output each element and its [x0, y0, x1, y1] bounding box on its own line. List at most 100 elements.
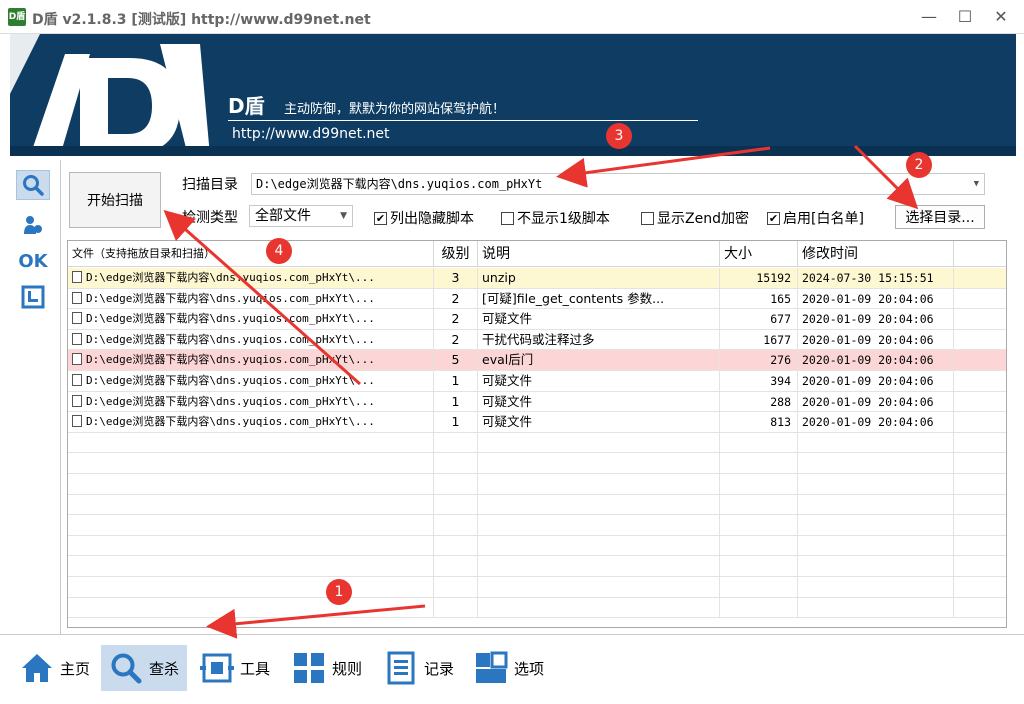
nav-label: 查杀 — [149, 659, 180, 678]
empty-table-row[interactable] — [68, 473, 1006, 495]
column-header-level[interactable]: 级别 — [434, 241, 478, 267]
empty-table-row[interactable] — [68, 453, 1006, 474]
empty-table-row[interactable] — [68, 597, 1006, 619]
mtime-cell: 2020-01-09 20:04:06 — [798, 309, 954, 329]
desc-cell: 可疑文件 — [478, 391, 720, 412]
column-header-size[interactable]: 大小 — [720, 241, 798, 267]
table-row[interactable]: D:\edge浏览器下载内容\dns.yuqios.com_pHxYt\... 1… — [68, 391, 1006, 413]
table-header: 文件（支持拖放目录和扫描） 级别 说明 大小 修改时间 — [68, 241, 1006, 267]
checkbox-unchecked-icon[interactable] — [641, 211, 654, 225]
table-row[interactable]: D:\edge浏览器下载内容\dns.yuqios.com_pHxYt\... 3… — [68, 268, 1006, 289]
table-row[interactable]: D:\edge浏览器下载内容\dns.yuqios.com_pHxYt\... 2… — [68, 309, 1006, 330]
file-icon — [72, 353, 82, 366]
checkbox-checked-icon[interactable]: ✔ — [374, 211, 387, 225]
minimize-button[interactable]: — — [914, 5, 944, 29]
website-url[interactable]: http://www.d99net.net — [232, 126, 390, 142]
table-row[interactable]: D:\edge浏览器下载内容\dns.yuqios.com_pHxYt\... 1… — [68, 370, 1006, 392]
nav-records[interactable]: 记录 — [376, 645, 462, 691]
desc-cell-text: 可疑文件 — [482, 372, 533, 388]
empty-table-row[interactable] — [68, 576, 1006, 598]
checkbox-label: 不显示1级脚本 — [517, 211, 610, 227]
empty-cell — [720, 494, 798, 515]
empty-cell — [798, 453, 954, 473]
start-scan-button[interactable]: 开始扫描 — [69, 172, 161, 228]
banner: D盾 主动防御，默默为你的网站保驾护航！ http://www.d99net.n… — [10, 34, 1016, 156]
table-row[interactable]: D:\edge浏览器下载内容\dns.yuqios.com_pHxYt\... 1… — [68, 412, 1006, 433]
file-cell: D:\edge浏览器下载内容\dns.yuqios.com_pHxYt\... — [68, 268, 434, 288]
empty-table-row[interactable] — [68, 535, 1006, 557]
detect-type-select[interactable]: 全部文件 ▼ — [249, 205, 353, 227]
empty-table-row[interactable] — [68, 494, 1006, 516]
user-icon[interactable] — [16, 210, 50, 240]
nav-scan[interactable]: 查杀 — [101, 645, 188, 691]
nav-home[interactable]: 主页 — [12, 645, 98, 691]
chevron-down-icon[interactable]: ▼ — [974, 174, 979, 194]
column-header-mtime[interactable]: 修改时间 — [798, 241, 954, 267]
checkbox-list-hidden[interactable]: ✔ 列出隐藏脚本 — [374, 208, 474, 228]
level-cell-text: 1 — [451, 414, 460, 430]
file-icon — [72, 394, 82, 407]
select-directory-button[interactable]: 选择目录... — [895, 205, 985, 229]
search-icon[interactable] — [16, 170, 50, 200]
maximize-button[interactable]: ☐ — [950, 5, 980, 29]
nav-label: 工具 — [240, 659, 271, 678]
mtime-cell-text: 2020-01-09 20:04:06 — [802, 332, 934, 347]
checkbox-checked-icon[interactable]: ✔ — [767, 211, 780, 225]
checkbox-unchecked-icon[interactable] — [501, 211, 514, 225]
empty-cell — [68, 432, 434, 453]
filler-cell — [954, 392, 1006, 412]
empty-cell — [720, 576, 798, 597]
empty-cell — [720, 515, 798, 535]
close-button[interactable]: ✕ — [986, 5, 1016, 29]
nav-label: 选项 — [514, 659, 545, 678]
scan-panel: 开始扫描 扫描目录 D:\edge浏览器下载内容\dns.yuqios.com_… — [60, 160, 1016, 634]
chevron-down-icon[interactable]: ▼ — [340, 206, 347, 226]
filler-cell — [954, 371, 1006, 391]
level-cell: 1 — [434, 391, 478, 412]
size-cell: 813 — [720, 412, 798, 432]
filler-cell — [954, 330, 1006, 350]
mtime-cell-text: 2020-01-09 20:04:06 — [802, 312, 934, 327]
desc-cell: 可疑文件 — [478, 370, 720, 391]
nav-tools[interactable]: 工具 — [192, 645, 278, 691]
scan-dir-combo[interactable]: D:\edge浏览器下载内容\dns.yuqios.com_pHxYt ▼ — [251, 173, 985, 195]
empty-cell — [68, 515, 434, 535]
level-cell-text: 1 — [451, 372, 460, 388]
ok-icon[interactable]: OK — [16, 246, 50, 276]
nav-options[interactable]: 选项 — [466, 645, 552, 691]
column-header-desc[interactable]: 说明 — [478, 241, 720, 267]
empty-table-row[interactable] — [68, 556, 1006, 577]
file-cell-text: D:\edge浏览器下载内容\dns.yuqios.com_pHxYt\... — [86, 332, 375, 346]
empty-table-row[interactable] — [68, 432, 1006, 454]
file-icon — [72, 373, 82, 386]
file-icon — [72, 271, 82, 283]
table-row[interactable]: D:\edge浏览器下载内容\dns.yuqios.com_pHxYt\... 2… — [68, 288, 1006, 310]
desc-cell: 可疑文件 — [478, 412, 720, 432]
nav-label: 规则 — [332, 659, 363, 678]
checkbox-hide-level1[interactable]: 不显示1级脚本 — [501, 208, 610, 228]
table-row[interactable]: D:\edge浏览器下载内容\dns.yuqios.com_pHxYt\... 5… — [68, 350, 1006, 371]
size-cell: 15192 — [720, 268, 798, 288]
scan-dir-label: 扫描目录 — [182, 177, 238, 193]
empty-cell — [478, 597, 720, 618]
nav-rules[interactable]: 规则 — [284, 645, 370, 691]
checkbox-whitelist[interactable]: ✔ 启用[白名单] — [767, 208, 864, 228]
empty-table-row[interactable] — [68, 515, 1006, 536]
desc-cell-text: unzip — [482, 270, 516, 285]
filler-cell — [954, 350, 1006, 370]
detect-type-value: 全部文件 — [255, 208, 311, 224]
empty-cell — [434, 597, 478, 618]
level-cell-text: 3 — [451, 270, 460, 285]
file-icon — [72, 291, 82, 304]
frame-icon[interactable] — [16, 282, 50, 312]
empty-cell — [720, 597, 798, 618]
size-cell-text: 677 — [770, 312, 791, 327]
mtime-cell-text: 2020-01-09 20:04:06 — [802, 291, 934, 306]
empty-cell — [434, 515, 478, 535]
checkbox-label: 列出隐藏脚本 — [390, 211, 474, 227]
results-table[interactable]: 文件（支持拖放目录和扫描） 级别 说明 大小 修改时间 D:\edge浏览器下载… — [67, 240, 1007, 628]
column-header-file[interactable]: 文件（支持拖放目录和扫描） — [68, 241, 434, 267]
checkbox-show-zend[interactable]: 显示Zend加密 — [641, 208, 749, 228]
table-row[interactable]: D:\edge浏览器下载内容\dns.yuqios.com_pHxYt\... 2… — [68, 329, 1006, 351]
empty-cell — [798, 515, 954, 535]
